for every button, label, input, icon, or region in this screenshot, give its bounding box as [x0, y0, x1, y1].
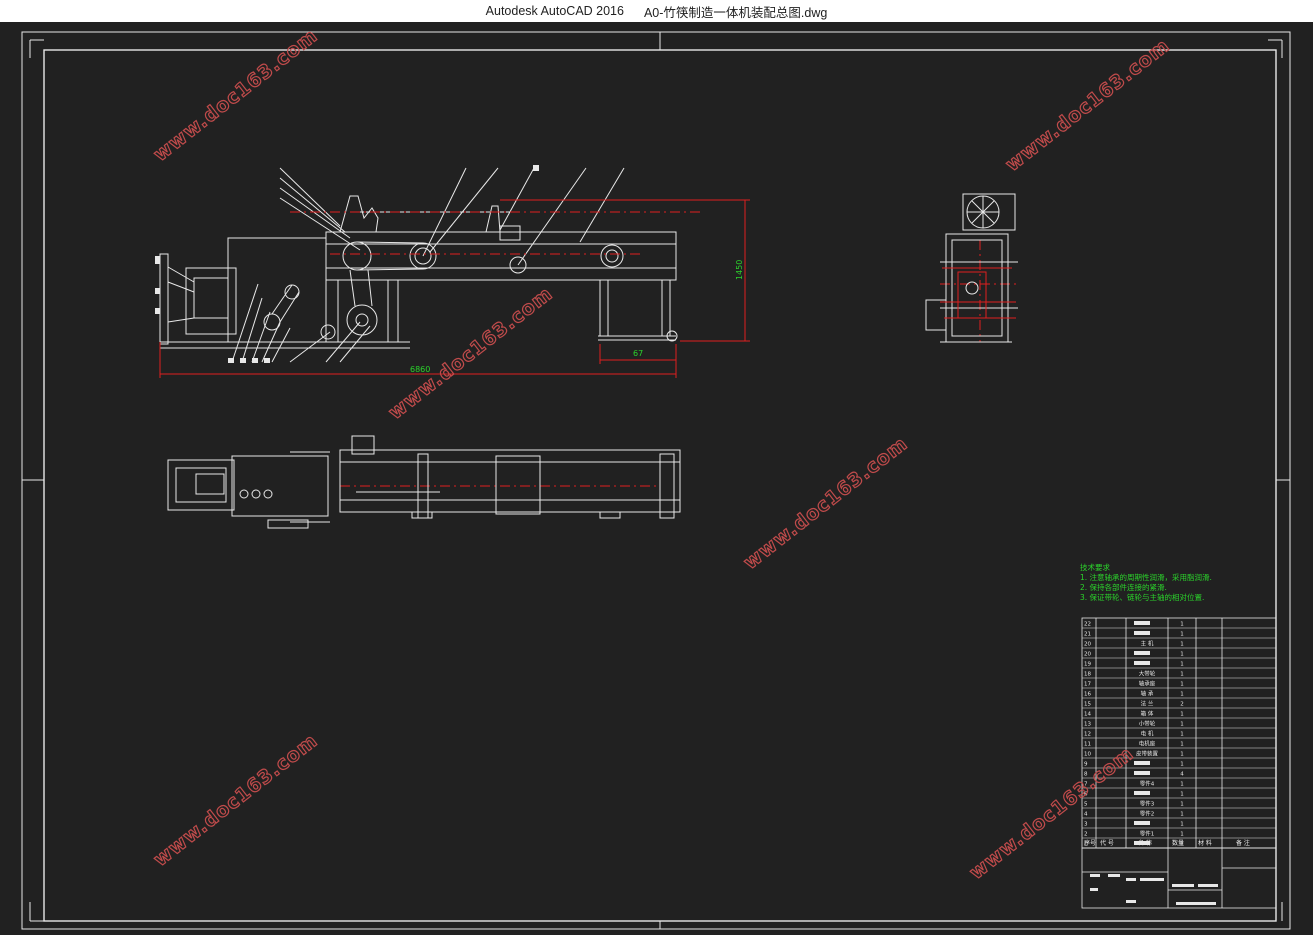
bom-cell: 轴 承	[1141, 690, 1154, 698]
drawing-svg: 6860 1450 67 技术要求 1. 注意轴承的周期性润滑，采用脂润滑. 2…	[21, 24, 1291, 930]
bom-cell: 1	[1180, 812, 1184, 818]
bom-cell: 22	[1084, 622, 1091, 628]
bom-cell: 4	[1084, 812, 1088, 818]
bom-cell: 1	[1180, 792, 1184, 798]
bom-cell-mark	[1134, 661, 1150, 665]
bom-cell: 11	[1084, 742, 1091, 748]
bom-cell: 2	[1180, 702, 1184, 708]
bom-cell: 零件2	[1140, 810, 1155, 818]
watermark-4: www.doc163.com	[740, 432, 912, 573]
bom-cell-mark	[1134, 651, 1150, 655]
bom-cell-mark	[1134, 771, 1150, 775]
front-view	[159, 167, 678, 363]
bom-cell: 零件4	[1140, 780, 1155, 788]
drawing-canvas[interactable]: 6860 1450 67 技术要求 1. 注意轴承的周期性润滑，采用脂润滑. 2…	[0, 22, 1313, 935]
bom-cell: 18	[1084, 672, 1091, 678]
bom-cell: 小带轮	[1139, 720, 1156, 728]
bom-cell: 1	[1180, 632, 1184, 638]
bom-cell: 1	[1180, 712, 1184, 718]
bom-cell: 1	[1180, 692, 1184, 698]
dim-height: 1450	[735, 260, 744, 280]
bom-cell: 19	[1084, 662, 1091, 668]
watermark-6: www.doc163.com	[966, 742, 1138, 883]
bom-cell: 大带轮	[1139, 670, 1156, 678]
bom-cell: 17	[1084, 682, 1091, 688]
bom-cell: 20	[1084, 652, 1091, 658]
bom-cell: 1	[1180, 622, 1184, 628]
watermark-2: www.doc163.com	[1002, 34, 1174, 175]
bom-cell: 1	[1180, 752, 1184, 758]
bom-cell-mark	[1134, 821, 1150, 825]
bom-cell: 5	[1084, 802, 1088, 808]
bom-cell: 4	[1180, 772, 1184, 778]
bom-header-no: 序号	[1084, 839, 1096, 847]
top-view	[167, 435, 681, 529]
watermark-3: www.doc163.com	[385, 282, 557, 423]
tech-req-item-2: 2. 保持各部件连接的紧滑.	[1080, 582, 1167, 592]
bom-cell: 轴承座	[1139, 680, 1156, 688]
bom-cell: 12	[1084, 732, 1091, 738]
bom-cell: 1	[1180, 782, 1184, 788]
watermark-5: www.doc163.com	[150, 729, 322, 870]
bom-cell: 电 机	[1141, 730, 1154, 738]
bom-cell: 1	[1180, 732, 1184, 738]
bom-cell: 1	[1180, 652, 1184, 658]
watermark-1: www.doc163.com	[150, 24, 322, 165]
bom-cell: 2	[1084, 832, 1088, 838]
bom-cell: 法 兰	[1141, 700, 1154, 708]
bom-cell: 1	[1180, 832, 1184, 838]
window-title-bar: Autodesk AutoCAD 2016 A0-竹筷制造一体机装配总图.dwg	[0, 0, 1313, 22]
bom-cell-mark	[1134, 761, 1150, 765]
bom-cell: 1	[1180, 742, 1184, 748]
bom-cell: 1	[1180, 642, 1184, 648]
tech-requirements: 技术要求 1. 注意轴承的周期性润滑，采用脂润滑. 2. 保持各部件连接的紧滑.…	[1080, 562, 1212, 602]
bom-cell: 14	[1084, 712, 1091, 718]
bom-cell: 10	[1084, 752, 1091, 758]
bom-cell-mark	[1134, 631, 1150, 635]
bom-header-material: 材 料	[1198, 839, 1212, 847]
bom-cell: 16	[1084, 692, 1091, 698]
side-view-red	[940, 267, 1016, 319]
bom-cell: 1	[1180, 802, 1184, 808]
bom-cell: 1	[1180, 762, 1184, 768]
dim-offset: 67	[633, 349, 643, 358]
bom-header-qty: 数量	[1172, 839, 1184, 847]
bom-cell: 箱 体	[1141, 710, 1154, 718]
bom-cell: 1	[1180, 662, 1184, 668]
bom-cell: 零件3	[1140, 800, 1155, 808]
bom-cell: 1	[1180, 672, 1184, 678]
file-name: A0-竹筷制造一体机装配总图.dwg	[643, 5, 828, 20]
tech-req-title: 技术要求	[1080, 562, 1110, 572]
bom-cell: 皮带装置	[1136, 750, 1159, 758]
bom-header-code: 代 号	[1100, 839, 1114, 847]
bom-cell: 21	[1084, 632, 1091, 638]
bom-cell: 15	[1084, 702, 1091, 708]
bom-cell: 1	[1180, 722, 1184, 728]
tech-req-item-1: 1. 注意轴承的周期性润滑，采用脂润滑.	[1080, 572, 1212, 582]
app-name: Autodesk AutoCAD 2016	[485, 4, 624, 18]
bom-cell: 零件1	[1140, 830, 1155, 838]
bom-cell: 3	[1084, 822, 1088, 828]
title-block-marks	[1090, 874, 1218, 905]
bom-cell-mark	[1134, 621, 1150, 625]
bom-cell: 主 机	[1141, 640, 1154, 648]
bom-cell: 13	[1084, 722, 1091, 728]
bom-cell: 9	[1084, 762, 1088, 768]
bom-rows: 22 121 120 主 机 120 119 118 大带轮 117 轴承座 116 轴 承 115 法 …	[1082, 621, 1276, 849]
drawing-border	[21, 31, 1291, 930]
bom-header: 序号 代 号 名 称 数量 材 料 备 注	[1084, 839, 1250, 847]
bom-cell: 电机座	[1139, 740, 1156, 748]
bom-header-remark: 备 注	[1236, 839, 1250, 847]
bom-cell: 20	[1084, 642, 1091, 648]
bom-header-name: 名 称	[1138, 839, 1152, 847]
bom-cell-mark	[1134, 791, 1150, 795]
bom-cell: 1	[1180, 822, 1184, 828]
tech-req-item-3: 3. 保证带轮、链轮与主轴的相对位置.	[1080, 592, 1204, 602]
bom-cell: 1	[1180, 682, 1184, 688]
